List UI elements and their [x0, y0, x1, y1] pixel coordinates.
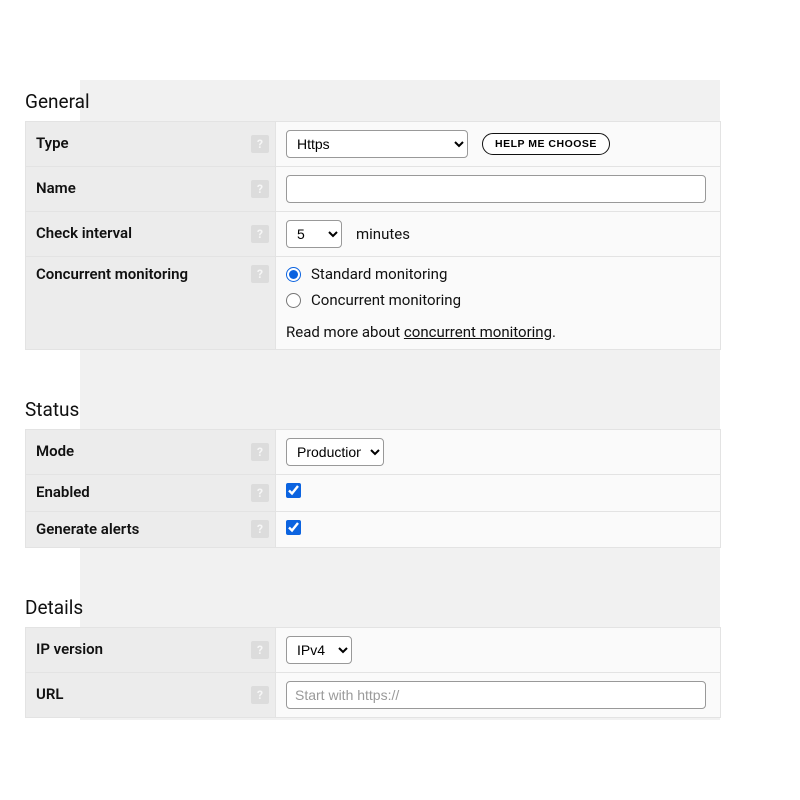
ip-version-select[interactable]: IPv4 — [286, 636, 352, 664]
radio-row-standard[interactable]: Standard monitoring — [286, 265, 710, 283]
help-icon[interactable]: ? — [251, 686, 269, 704]
ctrl-check-interval: 5 minutes — [276, 212, 721, 257]
label-check-interval: Check interval ? — [26, 212, 276, 257]
mode-select[interactable]: Production — [286, 438, 384, 466]
ctrl-generate-alerts — [276, 511, 721, 548]
readmore-text: Read more about concurrent monitoring. — [286, 323, 710, 341]
radio-label-standard: Standard monitoring — [311, 265, 447, 283]
label-mode: Mode ? — [26, 430, 276, 475]
section-general: General Type ? Https HELP ME CHOOSE — [25, 90, 721, 350]
label-type: Type ? — [26, 122, 276, 167]
generate-alerts-checkbox[interactable] — [286, 520, 301, 535]
name-input[interactable] — [286, 175, 706, 203]
form-content: General Type ? Https HELP ME CHOOSE — [25, 90, 721, 718]
help-icon[interactable]: ? — [251, 641, 269, 659]
ctrl-concurrent-monitoring: Standard monitoring Concurrent monitorin… — [276, 257, 721, 350]
ctrl-enabled — [276, 475, 721, 512]
section-title-status: Status — [25, 398, 721, 421]
ctrl-ip-version: IPv4 — [276, 628, 721, 673]
help-me-choose-button[interactable]: HELP ME CHOOSE — [482, 133, 610, 155]
table-status: Mode ? Production Enabled ? — [25, 429, 721, 548]
ctrl-url — [276, 673, 721, 718]
help-icon[interactable]: ? — [251, 180, 269, 198]
label-generate-alerts: Generate alerts ? — [26, 511, 276, 548]
label-concurrent-monitoring: Concurrent monitoring ? — [26, 257, 276, 350]
radio-row-concurrent[interactable]: Concurrent monitoring — [286, 291, 710, 309]
help-icon[interactable]: ? — [251, 443, 269, 461]
label-url: URL ? — [26, 673, 276, 718]
concurrent-monitoring-link[interactable]: concurrent monitoring — [404, 323, 552, 341]
check-interval-select[interactable]: 5 — [286, 220, 342, 248]
radio-standard-monitoring[interactable] — [286, 267, 301, 282]
label-name: Name ? — [26, 167, 276, 212]
help-icon[interactable]: ? — [251, 520, 269, 538]
ctrl-name — [276, 167, 721, 212]
ctrl-mode: Production — [276, 430, 721, 475]
section-title-details: Details — [25, 596, 721, 619]
ctrl-type: Https HELP ME CHOOSE — [276, 122, 721, 167]
help-icon[interactable]: ? — [251, 225, 269, 243]
table-general: Type ? Https HELP ME CHOOSE Name ? — [25, 121, 721, 350]
radio-label-concurrent: Concurrent monitoring — [311, 291, 461, 309]
help-icon[interactable]: ? — [251, 265, 269, 283]
label-enabled: Enabled ? — [26, 475, 276, 512]
interval-unit-label: minutes — [356, 225, 410, 243]
url-input[interactable] — [286, 681, 706, 709]
section-title-general: General — [25, 90, 721, 113]
label-ip-version: IP version ? — [26, 628, 276, 673]
type-select[interactable]: Https — [286, 130, 468, 158]
section-status: Status Mode ? Production Enabled ? — [25, 398, 721, 548]
section-details: Details IP version ? IPv4 URL ? — [25, 596, 721, 718]
help-icon[interactable]: ? — [251, 484, 269, 502]
radio-concurrent-monitoring[interactable] — [286, 293, 301, 308]
enabled-checkbox[interactable] — [286, 483, 301, 498]
help-icon[interactable]: ? — [251, 135, 269, 153]
table-details: IP version ? IPv4 URL ? — [25, 627, 721, 718]
